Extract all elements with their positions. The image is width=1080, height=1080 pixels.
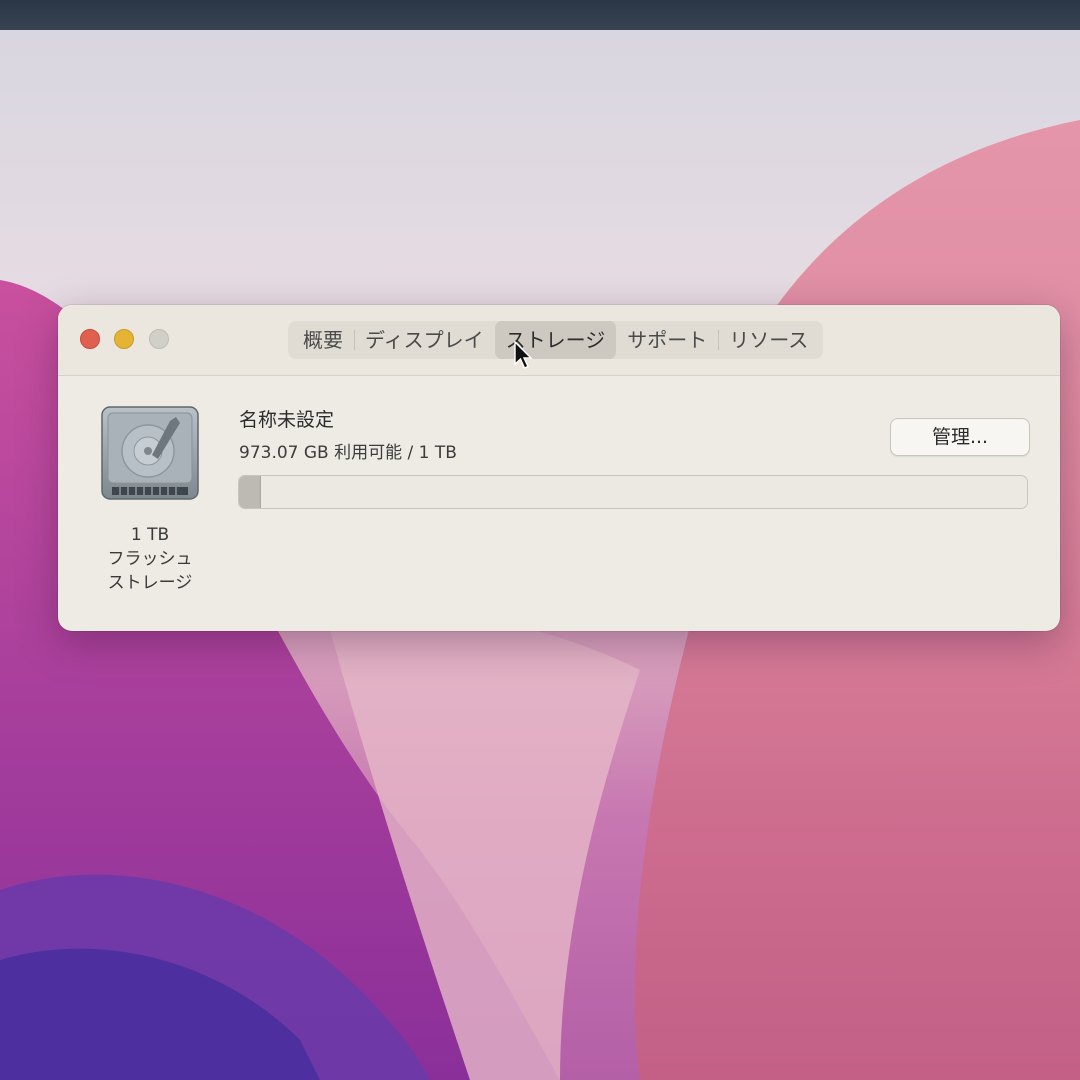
manage-button[interactable]: 管理... [890, 418, 1030, 456]
minimize-button[interactable] [114, 329, 134, 349]
tab-bar: 概要 ディスプレイ ストレージ サポート リソース [288, 321, 824, 359]
storage-used-segment [239, 476, 262, 508]
about-this-mac-window: 概要 ディスプレイ ストレージ サポート リソース 1 TB フラッシュ ストレ… [58, 305, 1060, 631]
disk-type-line2: ストレージ [107, 573, 193, 593]
tab-overview[interactable]: 概要 [292, 321, 354, 359]
tab-resources[interactable]: リソース [718, 321, 819, 359]
available-space: 973.07 GB 利用可能 / 1 TB [239, 443, 457, 463]
title-bar: 概要 ディスプレイ ストレージ サポート リソース [58, 305, 1060, 376]
hard-drive-icon [101, 406, 199, 500]
mouse-pointer-icon [514, 341, 533, 369]
tab-support[interactable]: サポート [616, 321, 718, 359]
tab-displays[interactable]: ディスプレイ [354, 321, 495, 359]
close-button[interactable] [80, 329, 100, 349]
volume-name: 名称未設定 [239, 409, 335, 431]
storage-usage-bar [238, 475, 1028, 509]
zoom-button[interactable] [149, 329, 169, 349]
disk-caption: 1 TB フラッシュ ストレージ [88, 523, 212, 595]
disk-capacity: 1 TB [130, 525, 170, 545]
disk-type-line1: フラッシュ [107, 549, 193, 569]
tab-storage[interactable]: ストレージ [494, 321, 617, 359]
